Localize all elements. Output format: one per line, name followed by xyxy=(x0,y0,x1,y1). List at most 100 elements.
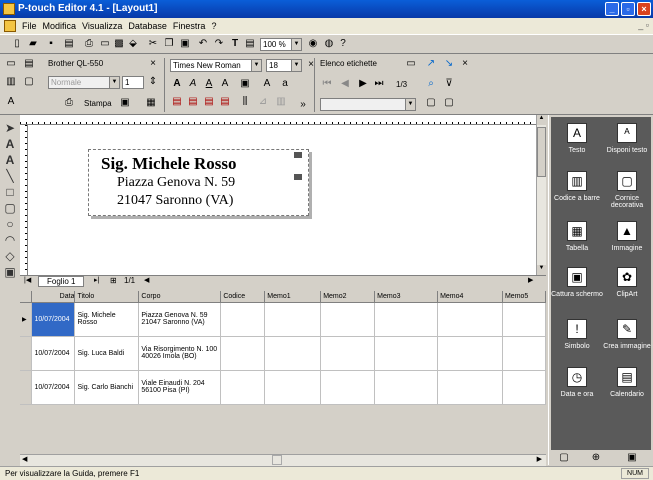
paper-icon[interactable]: ▥ xyxy=(4,75,18,89)
rounded-rect-tool-icon[interactable]: ▢ xyxy=(3,201,17,215)
more-icon[interactable]: » xyxy=(296,98,310,112)
label-line-3[interactable]: 21047 Saronno (VA) xyxy=(117,193,233,209)
table-cell[interactable]: Piazza Genova N. 59 21047 Saronno (VA) xyxy=(138,302,222,337)
table-cell[interactable] xyxy=(374,302,439,337)
effects-icon[interactable]: ▣ xyxy=(238,77,252,91)
minimize-button[interactable]: _ xyxy=(605,2,619,16)
scroll-thumb[interactable] xyxy=(537,127,546,177)
panel-item-symbol[interactable]: ! Simbolo xyxy=(551,319,603,350)
table-cell[interactable] xyxy=(320,302,376,337)
table-cell[interactable] xyxy=(220,370,266,405)
layout-canvas[interactable]: Sig. Michele Rosso Piazza Genova N. 59 2… xyxy=(28,125,536,275)
close-list-icon[interactable]: × xyxy=(458,57,472,71)
table-cell[interactable] xyxy=(502,302,546,337)
font-select[interactable]: Times New Roman ▼ xyxy=(170,59,262,72)
panel-item-arrange-text[interactable]: ᴬ Disponi testo xyxy=(601,123,653,154)
table-cell[interactable] xyxy=(374,336,439,371)
print-preview-icon[interactable]: ▦ xyxy=(144,96,158,110)
new-icon[interactable]: ▯ xyxy=(10,37,24,51)
zoom-select[interactable]: 100 % ▼ xyxy=(260,38,302,51)
row-pointer-icon[interactable]: ▶ xyxy=(20,302,33,337)
sort-desc-icon[interactable]: ↘ xyxy=(442,57,456,71)
menu-help[interactable]: ? xyxy=(211,21,216,31)
color-icon[interactable]: ◉ xyxy=(306,37,320,51)
label-line-2[interactable]: Piazza Genova N. 59 xyxy=(117,175,235,191)
justify-icon[interactable]: ▤ xyxy=(218,95,232,109)
underline-icon[interactable]: A xyxy=(202,77,216,91)
align-center-icon[interactable]: ▤ xyxy=(186,95,200,109)
italic-icon[interactable]: A xyxy=(186,77,200,91)
panel-item-table[interactable]: ▦ Tabella xyxy=(551,221,603,252)
table-cell[interactable] xyxy=(502,336,546,371)
next-record-icon[interactable]: ▶ xyxy=(356,77,370,91)
polygon-tool-icon[interactable]: ◇ xyxy=(3,249,17,263)
panel-settings-icon[interactable]: ▣ xyxy=(625,451,639,465)
panel-item-clipart[interactable]: ✿ ClipArt xyxy=(601,267,653,298)
table-cell[interactable] xyxy=(437,302,503,337)
print-button-icon[interactable]: ⎙ xyxy=(62,96,76,110)
copy-icon[interactable]: ❐ xyxy=(162,37,176,51)
rectangle-tool-icon[interactable]: □ xyxy=(3,185,17,199)
sort-asc-icon[interactable]: ↗ xyxy=(424,57,438,71)
table-cell[interactable] xyxy=(502,370,546,405)
panel-item-calendar[interactable]: ▤ Calendario xyxy=(601,367,653,398)
sheet-arrows-icon[interactable]: ▸| xyxy=(94,276,99,284)
open-icon[interactable]: ▰ xyxy=(26,37,40,51)
document-icon[interactable] xyxy=(4,20,16,32)
spacing-icon[interactable]: ▥ xyxy=(274,95,288,109)
printer-icon[interactable]: ▭ xyxy=(4,57,18,71)
sheet-nav-icon[interactable]: |◀ xyxy=(24,276,31,284)
panel-view-icon[interactable]: ▢ xyxy=(557,451,571,465)
table-cell[interactable]: Viale Einaudi N. 204 56100 Pisa (PI) xyxy=(138,370,222,405)
panel-item-date-time[interactable]: ◷ Data e ora xyxy=(551,367,603,398)
frame-tool-icon[interactable]: ▣ xyxy=(3,265,17,279)
vertical-text-tool-icon[interactable]: A xyxy=(3,153,17,167)
panel-item-create-image[interactable]: ✎ Crea immagine xyxy=(601,319,653,350)
spin-icon[interactable]: ⇕ xyxy=(146,75,160,89)
frame-tool-icon[interactable]: ▢ xyxy=(22,75,36,89)
table-cell[interactable]: Sig. Carlo Bianchi xyxy=(74,370,140,405)
table-cell[interactable] xyxy=(264,336,322,371)
database-icon[interactable]: ▤ xyxy=(62,37,76,51)
whats-this-icon[interactable]: ? xyxy=(336,37,350,51)
menu-database[interactable]: Database xyxy=(128,21,167,31)
column-header[interactable]: Data xyxy=(31,291,76,303)
close-panel-icon[interactable]: × xyxy=(146,57,160,71)
style-select[interactable]: Normale ▼ xyxy=(48,76,120,89)
text-tool-icon[interactable]: A xyxy=(3,137,17,151)
list-view-icon[interactable]: ▭ xyxy=(404,57,418,71)
menu-file[interactable]: File xyxy=(22,21,37,31)
column-header[interactable]: Memo4 xyxy=(437,291,503,303)
arc-tool-icon[interactable]: ◠ xyxy=(3,233,17,247)
table-view-icon[interactable]: ▢ xyxy=(442,96,456,110)
close-button[interactable]: × xyxy=(637,2,651,16)
print-options-icon[interactable]: ▣ xyxy=(118,96,132,110)
size-select[interactable]: 18 ▼ xyxy=(266,59,302,72)
panel-item-barcode[interactable]: ▥ Codice a barre xyxy=(551,171,603,202)
rotate-icon[interactable]: ⊿ xyxy=(256,95,270,109)
save-icon[interactable]: ▪ xyxy=(44,37,58,51)
select-arrow-icon[interactable]: ➤ xyxy=(3,121,17,135)
grid-scrollbar[interactable]: ◀ ▶ xyxy=(20,454,546,466)
scroll-right-icon[interactable]: ▶ xyxy=(528,276,533,284)
filter-icon[interactable]: ⊽ xyxy=(442,77,456,91)
table-cell[interactable] xyxy=(220,336,266,371)
mdi-controls[interactable]: _ ▫ xyxy=(638,20,649,30)
sheet-tab[interactable]: Foglio 1 xyxy=(38,276,85,287)
menu-finestra[interactable]: Finestra xyxy=(173,21,206,31)
panel-item-frame[interactable]: ▢ Cornice decorativa xyxy=(601,171,653,209)
menu-modifica[interactable]: Modifica xyxy=(43,21,77,31)
canvas-scrollbar[interactable]: ▲ ▼ xyxy=(536,115,546,282)
ellipse-tool-icon[interactable]: ○ xyxy=(3,217,17,231)
row-selector[interactable] xyxy=(20,336,33,371)
column-header[interactable]: Corpo xyxy=(138,291,222,303)
redo-icon[interactable]: ↷ xyxy=(212,37,226,51)
panel-item-screen-capture[interactable]: ▣ Cattura schermo xyxy=(551,267,603,298)
bold-icon[interactable]: A xyxy=(170,77,184,91)
preview-icon[interactable]: ▭ xyxy=(98,37,112,51)
outline-icon[interactable]: A xyxy=(218,77,232,91)
table-row[interactable]: 10/07/2004 Sig. Luca Baldi Via Risorgime… xyxy=(20,336,546,371)
table-cell[interactable] xyxy=(437,336,503,371)
table-cell[interactable] xyxy=(220,302,266,337)
copies-stepper[interactable]: 1 xyxy=(122,76,144,89)
